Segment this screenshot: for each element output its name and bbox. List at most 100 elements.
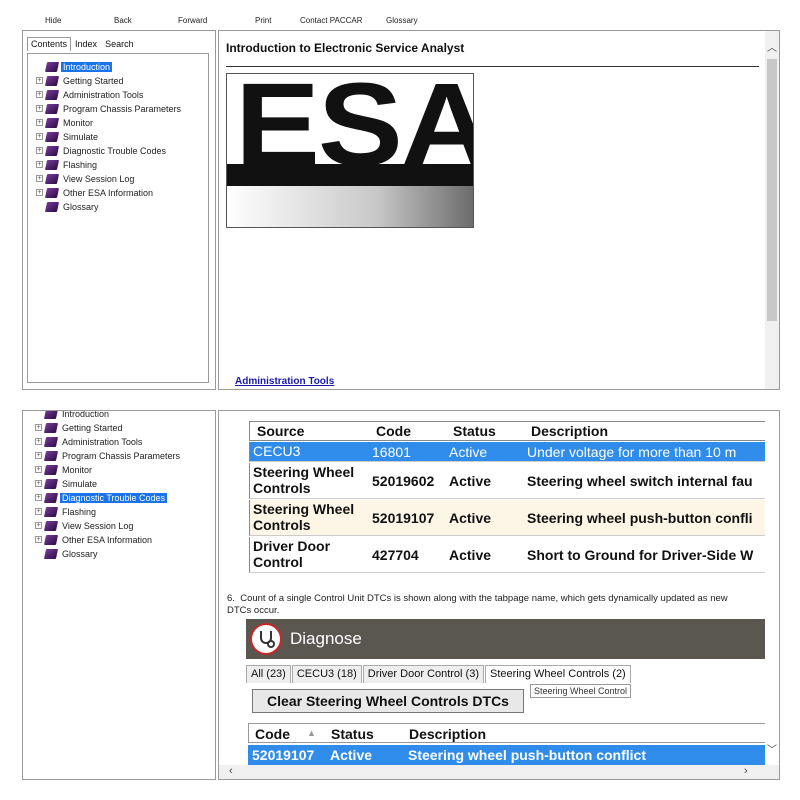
tree-item[interactable]: + Flashing [35, 505, 98, 518]
glossary-button[interactable]: Glossary [386, 16, 418, 25]
expand-icon[interactable]: + [36, 77, 43, 84]
expand-icon[interactable]: + [35, 522, 42, 529]
header-source[interactable]: Source [257, 423, 304, 439]
book-icon [43, 548, 59, 559]
tree-item-label: Other ESA Information [63, 187, 154, 198]
tree-item-label: View Session Log [63, 173, 135, 184]
scroll-left-icon[interactable]: ‹ [229, 765, 233, 777]
header-code[interactable]: Code [255, 726, 290, 742]
expand-icon[interactable]: + [36, 119, 43, 126]
tree-item[interactable]: + Monitor [36, 116, 95, 129]
tree-item[interactable]: + Administration Tools [36, 88, 145, 101]
tree-item[interactable]: + View Session Log [36, 172, 136, 185]
tab-index[interactable]: Index [71, 37, 101, 51]
tab-steering-wheel-controls[interactable]: Steering Wheel Controls (2) [485, 665, 631, 683]
book-icon [43, 411, 59, 419]
expand-icon[interactable]: + [36, 133, 43, 140]
content-pane-bottom: Source Code Status Description CECU3 1680… [218, 410, 780, 780]
tree-item[interactable]: + Program Chassis Parameters [36, 102, 183, 115]
cell-description: Steering wheel push-button confli [527, 510, 753, 526]
expand-icon[interactable]: + [35, 452, 42, 459]
scroll-down-icon[interactable]: ﹀ [767, 741, 777, 756]
tree-item-label: Program Chassis Parameters [62, 450, 181, 461]
header-status[interactable]: Status [453, 423, 496, 439]
scroll-up-icon[interactable]: ︿ [767, 39, 777, 54]
header-description[interactable]: Description [409, 726, 486, 742]
header-description[interactable]: Description [531, 423, 608, 439]
cell-status: Active [449, 547, 492, 563]
expand-icon[interactable]: + [35, 508, 42, 515]
expand-icon[interactable]: + [36, 175, 43, 182]
tree-item[interactable]: Glossary [36, 200, 101, 213]
book-icon [44, 173, 60, 184]
tree-item[interactable]: Glossary [35, 547, 100, 560]
tree-item[interactable]: + Monitor [35, 463, 94, 476]
tree-item[interactable]: + Diagnostic Trouble Codes [35, 491, 168, 504]
navigation-pane-bottom: Introduction + Getting Started + Administrat… [22, 410, 216, 780]
tree-item[interactable]: Introduction [36, 60, 113, 73]
tree-item-label: Simulate [63, 131, 99, 142]
tab-contents[interactable]: Contents [27, 37, 72, 51]
tab-cecu3[interactable]: CECU3 (18) [291, 665, 362, 683]
cell-status: Active [449, 510, 492, 526]
back-button[interactable]: Back [114, 16, 132, 25]
tree-item[interactable]: + Flashing [36, 158, 99, 171]
tab-driver-door-control[interactable]: Driver Door Control (3) [362, 665, 484, 683]
vertical-scrollbar[interactable] [765, 411, 779, 767]
dtc-tabs: All (23) CECU3 (18) Driver Door Control … [246, 665, 632, 683]
expand-icon[interactable]: + [36, 91, 43, 98]
expand-icon[interactable]: + [36, 105, 43, 112]
expand-icon[interactable]: + [35, 466, 42, 473]
administration-tools-link[interactable]: Administration Tools [235, 376, 334, 387]
print-button[interactable]: Print [255, 16, 271, 25]
tree-item-label: Diagnostic Trouble Codes [60, 492, 168, 503]
tree-item[interactable]: + Other ESA Information [36, 186, 155, 199]
hide-button[interactable]: Hide [45, 16, 61, 25]
tree-item[interactable]: + Simulate [35, 477, 99, 490]
tree-item[interactable]: + Getting Started [36, 74, 126, 87]
dtc-table-header: Source Code Status Description [249, 421, 769, 441]
tree-item[interactable]: + Getting Started [35, 421, 125, 434]
tree-item-label: Administration Tools [62, 436, 143, 447]
header-code[interactable]: Code [376, 423, 411, 439]
forward-button[interactable]: Forward [178, 16, 207, 25]
tree-item[interactable]: + Administration Tools [35, 435, 144, 448]
cell-source: Driver Door Control [253, 538, 331, 570]
expand-icon[interactable]: + [35, 494, 42, 501]
expand-icon[interactable]: + [35, 438, 42, 445]
tab-all[interactable]: All (23) [246, 665, 291, 683]
cell-description: Short to Ground for Driver-Side W [527, 547, 754, 563]
scroll-right-icon[interactable]: › [744, 765, 748, 777]
expand-icon[interactable]: + [36, 147, 43, 154]
tab-search[interactable]: Search [101, 37, 138, 51]
expand-icon[interactable]: + [35, 536, 42, 543]
page-title: Introduction to Electronic Service Analy… [226, 41, 465, 55]
header-status[interactable]: Status [331, 726, 374, 742]
tree-item-label: Introduction [62, 410, 110, 419]
book-icon [44, 75, 60, 86]
tree-item-label: Program Chassis Parameters [63, 103, 182, 114]
sort-asc-icon: ▲ [307, 728, 316, 738]
table-row[interactable]: Steering Wheel Controls 52019107 Active Ste… [249, 500, 769, 536]
horizontal-scrollbar[interactable]: ‹ › [219, 765, 779, 779]
scroll-thumb[interactable] [767, 59, 777, 321]
book-icon [44, 145, 60, 156]
table-row[interactable]: CECU3 16801 Active Under voltage for more t… [249, 442, 769, 462]
expand-icon[interactable]: + [35, 424, 42, 431]
tree-item[interactable]: + Simulate [36, 130, 100, 143]
tree-item[interactable]: + Other ESA Information [35, 533, 154, 546]
tree-item[interactable]: + View Session Log [35, 519, 135, 532]
tree-item[interactable]: + Diagnostic Trouble Codes [36, 144, 168, 157]
table-row[interactable]: Steering Wheel Controls 52019602 Active Ste… [249, 463, 769, 499]
expand-icon[interactable]: + [36, 161, 43, 168]
expand-icon[interactable]: + [36, 189, 43, 196]
tree-item[interactable]: + Program Chassis Parameters [35, 449, 182, 462]
clear-dtcs-button[interactable]: Clear Steering Wheel Controls DTCs [252, 689, 524, 713]
tree-item[interactable]: Introduction [35, 410, 111, 420]
tree-item-label: Monitor [62, 464, 93, 475]
expand-icon[interactable]: + [35, 480, 42, 487]
contact-button[interactable]: Contact PACCAR [300, 16, 363, 25]
book-icon [43, 436, 59, 447]
table-row[interactable]: Driver Door Control 427704 Active Short to … [249, 537, 769, 573]
table-row[interactable]: 52019107 Active Steering wheel push-butt… [248, 745, 768, 765]
